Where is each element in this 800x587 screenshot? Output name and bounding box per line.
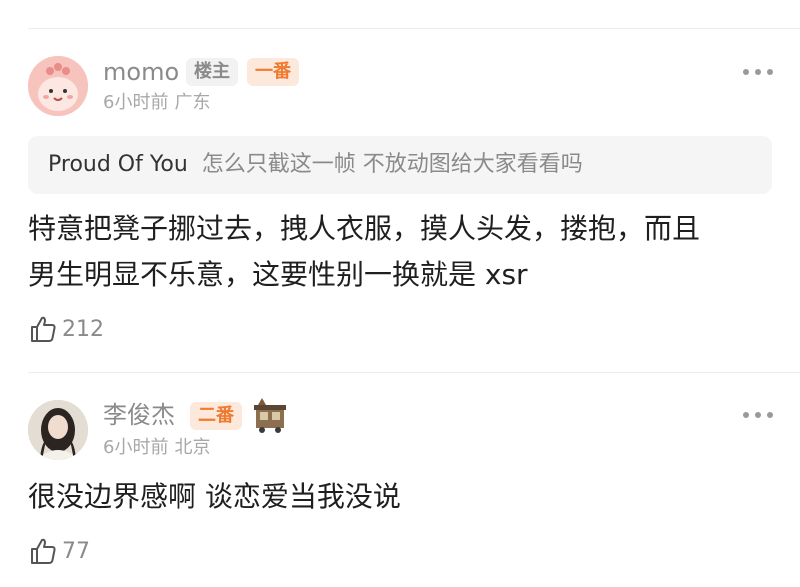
quote-text: 怎么只截这一帧 不放动图给大家看看吗 bbox=[201, 152, 583, 177]
comment-text-line: 很没边界感啊 谈恋爱当我没说 bbox=[28, 480, 401, 513]
comment-time: 6小时前 bbox=[103, 92, 169, 113]
like-button[interactable]: 212 bbox=[28, 314, 104, 344]
like-count: 212 bbox=[62, 316, 104, 342]
floor-badge: 二番 bbox=[190, 402, 242, 430]
comment-text-line: 特意把凳子挪过去，拽人衣服，摸人头发，搂抱，而且 bbox=[28, 212, 701, 245]
avatar[interactable] bbox=[28, 56, 88, 116]
comment-time: 6小时前 bbox=[103, 437, 169, 458]
dot-icon bbox=[755, 412, 761, 418]
avatar[interactable] bbox=[28, 400, 88, 460]
dot-icon bbox=[743, 412, 749, 418]
username[interactable]: momo bbox=[103, 57, 179, 87]
dot-icon bbox=[743, 69, 749, 75]
comment-meta: 6小时前 北京 bbox=[103, 437, 210, 459]
more-options-button[interactable] bbox=[743, 67, 773, 77]
comment-location: 北京 bbox=[174, 437, 211, 458]
comment-meta: 6小时前 广东 bbox=[103, 92, 210, 114]
dot-icon bbox=[767, 69, 773, 75]
thumbs-up-icon bbox=[31, 538, 56, 564]
comment-text-line: 男生明显不乐意，这要性别一换就是 xsr bbox=[28, 258, 528, 291]
dot-icon bbox=[767, 412, 773, 418]
comment-location: 广东 bbox=[174, 92, 211, 113]
pink-character-avatar-icon bbox=[28, 56, 88, 116]
comment-divider bbox=[28, 372, 800, 373]
user-photo-avatar-icon bbox=[28, 400, 88, 460]
floor-badge: 一番 bbox=[247, 58, 299, 86]
quote-author: Proud Of You bbox=[48, 152, 188, 177]
quoted-reply[interactable]: Proud Of You 怎么只截这一帧 不放动图给大家看看吗 bbox=[28, 136, 772, 194]
owner-badge: 楼主 bbox=[186, 58, 238, 86]
thumbs-up-icon bbox=[31, 316, 56, 342]
dot-icon bbox=[755, 69, 761, 75]
top-divider bbox=[28, 28, 800, 29]
like-button[interactable]: 77 bbox=[28, 536, 90, 566]
comment-list: momo 楼主 一番 6小时前 广东 Proud Of You 怎么只截这一帧 不放… bbox=[0, 0, 800, 587]
username[interactable]: 李俊杰 bbox=[103, 400, 175, 430]
decoration-sticker-icon bbox=[254, 398, 286, 433]
more-options-button[interactable] bbox=[743, 410, 773, 420]
like-count: 77 bbox=[62, 538, 90, 564]
